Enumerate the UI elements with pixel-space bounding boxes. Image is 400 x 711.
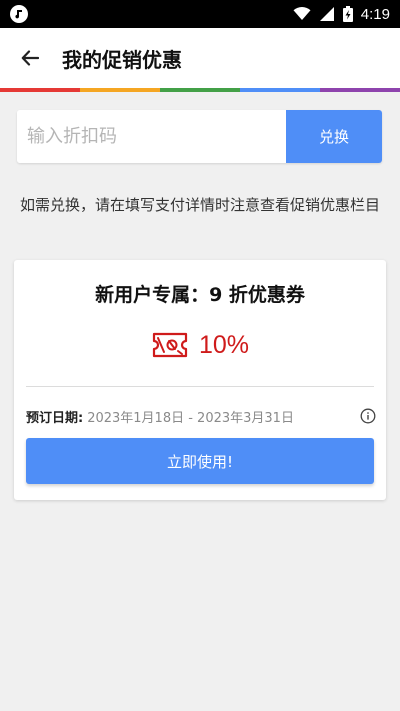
promo-code-input[interactable]: [17, 110, 286, 163]
discount-value: 10%: [198, 330, 250, 359]
booking-date-row: 预订日期: 2023年1月18日 - 2023年3月31日: [26, 406, 376, 426]
rainbow-segment: [160, 88, 240, 92]
rainbow-segment: [80, 88, 160, 92]
back-button[interactable]: [2, 28, 58, 88]
redeem-button[interactable]: 兑换: [286, 110, 382, 163]
signal-icon: [319, 7, 334, 21]
status-left: [10, 5, 28, 23]
wifi-icon: [293, 7, 311, 20]
discount-row: 10%: [14, 330, 386, 360]
app-notification-icon: [10, 5, 28, 23]
status-right: 4:19: [293, 6, 390, 23]
rainbow-segment: [0, 88, 80, 92]
booking-date-range: 2023年1月18日 - 2023年3月31日: [87, 410, 294, 426]
battery-charging-icon: [342, 6, 353, 22]
booking-date-label: 预订日期:: [26, 410, 84, 426]
coupon-ticket-icon: [152, 332, 188, 358]
app-bar: 我的促销优惠: [0, 28, 400, 88]
rainbow-divider: [0, 88, 400, 92]
info-icon[interactable]: [360, 408, 376, 424]
page-title: 我的促销优惠: [62, 47, 182, 72]
redeem-notice: 如需兑换，请在填写支付详情时注意查看促销优惠栏目: [19, 196, 380, 214]
card-divider: [26, 386, 374, 387]
arrow-left-icon: [21, 50, 39, 66]
promo-code-row: 兑换: [17, 110, 382, 163]
status-time: 4:19: [360, 5, 390, 23]
coupon-title: 新用户专属：9 折优惠券: [95, 284, 305, 306]
coupon-card: 新用户专属：9 折优惠券 10% 预订日期: 2023年1月18日 - 2023…: [14, 260, 386, 500]
status-bar: 4:19: [0, 0, 400, 28]
use-now-button[interactable]: 立即使用!: [26, 438, 374, 484]
rainbow-segment: [240, 88, 320, 92]
rainbow-segment: [320, 88, 400, 92]
